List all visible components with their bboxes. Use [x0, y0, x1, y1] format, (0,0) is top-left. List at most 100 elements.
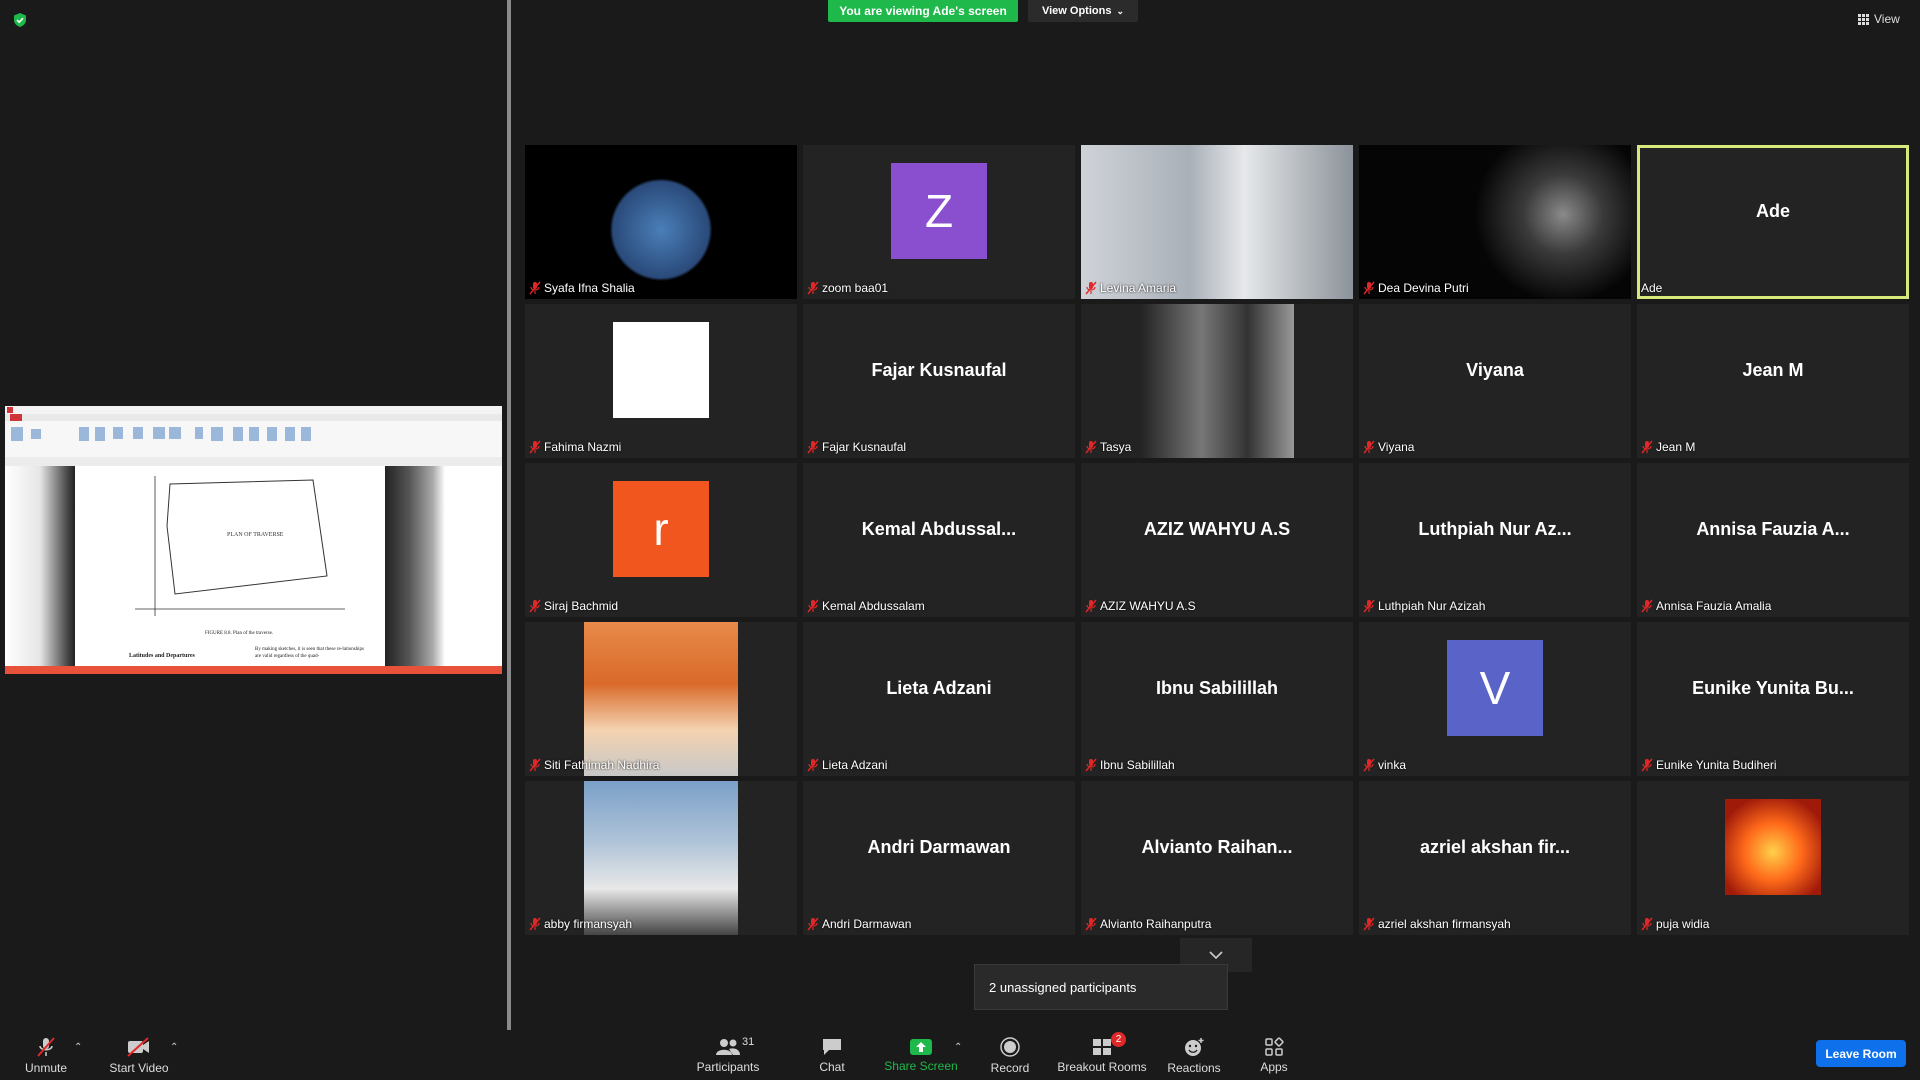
participant-tile[interactable]: puja widia	[1637, 781, 1909, 935]
unmute-button[interactable]: Unmute	[20, 1030, 72, 1080]
muted-mic-icon	[529, 758, 541, 772]
participant-tile[interactable]: Vvinka	[1359, 622, 1631, 776]
pane-divider[interactable]	[507, 0, 511, 1030]
participant-name: Dea Devina Putri	[1378, 281, 1469, 295]
participant-tile[interactable]: Ibnu Sabilillah Ibnu Sabilillah	[1081, 622, 1353, 776]
participant-name: puja widia	[1656, 917, 1710, 931]
app-ribbon	[5, 421, 502, 458]
participant-name: Levina Amaria	[1100, 281, 1177, 295]
participant-tile[interactable]: azriel akshan fir... azriel akshan firman…	[1359, 781, 1631, 935]
participant-label: Tasya	[1085, 438, 1131, 456]
participant-label: Eunike Yunita Budiheri	[1641, 756, 1777, 774]
apps-button[interactable]: Apps	[1256, 1030, 1292, 1080]
participant-label: azriel akshan firmansyah	[1363, 915, 1511, 933]
muted-mic-icon	[807, 599, 819, 613]
start-video-label: Start Video	[109, 1060, 169, 1075]
participant-label: zoom baa01	[807, 279, 888, 297]
muted-mic-icon	[1085, 758, 1097, 772]
participant-tile[interactable]: Tasya	[1081, 304, 1353, 458]
muted-mic-icon	[1363, 440, 1375, 454]
video-off-icon	[127, 1036, 149, 1057]
audio-options-caret-icon[interactable]: ⌃	[74, 1042, 82, 1053]
participant-name: Fajar Kusnaufal	[822, 440, 907, 454]
video-wrap	[525, 304, 797, 436]
viewing-banner: You are viewing Ade's screen	[828, 0, 1018, 22]
video-wrap	[1081, 304, 1353, 458]
participant-tile[interactable]: Viyana Viyana	[1359, 304, 1631, 458]
muted-mic-icon	[1085, 440, 1097, 454]
traverse-figure: PLAN OF TRAVERSE	[135, 476, 345, 616]
chevron-down-icon: ⌄	[1116, 5, 1125, 16]
participant-tile[interactable]: AZIZ WAHYU A.S AZIZ WAHYU A.S	[1081, 463, 1353, 617]
video-wrap	[525, 145, 797, 299]
participant-display-name: Andri Darmawan	[867, 836, 1011, 857]
participant-tile[interactable]: Annisa Fauzia A... Annisa Fauzia Amalia	[1637, 463, 1909, 617]
participant-label: AZIZ WAHYU A.S	[1085, 597, 1196, 615]
participant-name: Syafa Ifna Shalia	[544, 281, 635, 295]
participant-tile[interactable]: Dea Devina Putri	[1359, 145, 1631, 299]
participant-tile[interactable]: Kemal Abdussal... Kemal Abdussalam	[803, 463, 1075, 617]
security-shield-icon[interactable]	[12, 12, 28, 28]
leave-room-button[interactable]: Leave Room	[1816, 1040, 1906, 1067]
participant-display-name: Kemal Abdussal...	[861, 518, 1017, 539]
participant-name: Jean M	[1656, 440, 1696, 454]
chat-button[interactable]: Chat	[812, 1030, 852, 1080]
participant-tile[interactable]: Fahima Nazmi	[525, 304, 797, 458]
participant-label: Ade	[1641, 279, 1662, 297]
participant-name: Siraj Bachmid	[544, 599, 619, 613]
participant-tile[interactable]: Lieta Adzani Lieta Adzani	[803, 622, 1075, 776]
muted-mic-icon	[807, 440, 819, 454]
participant-tile[interactable]: Syafa Ifna Shalia	[525, 145, 797, 299]
apps-label: Apps	[1260, 1059, 1288, 1074]
participants-label: Participants	[696, 1059, 760, 1074]
participant-tile[interactable]: abby firmansyah	[525, 781, 797, 935]
video-wrap	[1637, 781, 1909, 913]
participant-tile[interactable]: Fajar Kusnaufal Fajar Kusnaufal	[803, 304, 1075, 458]
video-options-caret-icon[interactable]: ⌃	[170, 1042, 178, 1053]
participant-tile[interactable]: Ade Ade	[1637, 145, 1909, 299]
participant-label: Andri Darmawan	[807, 915, 911, 933]
participant-display-name: Fajar Kusnaufal	[871, 359, 1007, 380]
participants-button[interactable]: Participants 31	[690, 1030, 766, 1080]
muted-mic-icon	[1363, 281, 1375, 295]
app-statusbar	[5, 666, 502, 674]
participant-tile[interactable]: Zzoom baa01	[803, 145, 1075, 299]
breakout-rooms-button[interactable]: Breakout Rooms 2	[1056, 1030, 1148, 1080]
shared-screen-thumbnail[interactable]: PLAN OF TRAVERSE FIGURE 8.8. Plan of the…	[5, 406, 502, 674]
breakout-badge: 2	[1111, 1032, 1126, 1047]
view-options-label: View Options	[1041, 5, 1112, 17]
reactions-button[interactable]: Reactions	[1166, 1030, 1222, 1080]
participant-name: Andri Darmawan	[822, 917, 912, 931]
muted-mic-icon	[1641, 917, 1653, 931]
participant-label: Lieta Adzani	[807, 756, 887, 774]
muted-mic-icon	[1085, 281, 1097, 295]
video-feed	[1359, 145, 1631, 299]
share-screen-button[interactable]: Share Screen	[882, 1030, 960, 1080]
profile-picture	[613, 322, 709, 418]
participant-display-name: Ibnu Sabilillah	[1155, 677, 1278, 698]
avatar-wrap: V	[1359, 622, 1631, 754]
participant-display-name: Annisa Fauzia A...	[1696, 518, 1850, 539]
participant-tile[interactable]: Levina Amaria	[1081, 145, 1353, 299]
participant-label: Fajar Kusnaufal	[807, 438, 906, 456]
participant-tile[interactable]: Eunike Yunita Bu... Eunike Yunita Budiher…	[1637, 622, 1909, 776]
participant-label: Jean M	[1641, 438, 1695, 456]
participant-label: Annisa Fauzia Amalia	[1641, 597, 1771, 615]
profile-picture	[584, 781, 738, 935]
record-icon	[1000, 1036, 1020, 1057]
participant-name: Tasya	[1100, 440, 1132, 454]
view-layout-button[interactable]: View	[1858, 8, 1908, 30]
participant-tile[interactable]: Andri Darmawan Andri Darmawan	[803, 781, 1075, 935]
chat-label: Chat	[819, 1059, 845, 1074]
share-options-caret-icon[interactable]: ⌃	[954, 1042, 962, 1053]
participant-tile[interactable]: Alvianto Raihan... Alvianto Raihanputra	[1081, 781, 1353, 935]
start-video-button[interactable]: Start Video	[106, 1030, 172, 1080]
participant-tile[interactable]: Luthpiah Nur Az... Luthpiah Nur Azizah	[1359, 463, 1631, 617]
participant-tile[interactable]: r Siraj Bachmid	[525, 463, 797, 617]
participant-tile[interactable]: Jean M Jean M	[1637, 304, 1909, 458]
record-button[interactable]: Record	[988, 1030, 1032, 1080]
participant-tile[interactable]: Siti Fathimah Nadhira	[525, 622, 797, 776]
participant-display-name: Luthpiah Nur Az...	[1418, 518, 1572, 539]
participant-label: vinka	[1363, 756, 1406, 774]
view-options-button[interactable]: View Options ⌄	[1028, 0, 1138, 22]
